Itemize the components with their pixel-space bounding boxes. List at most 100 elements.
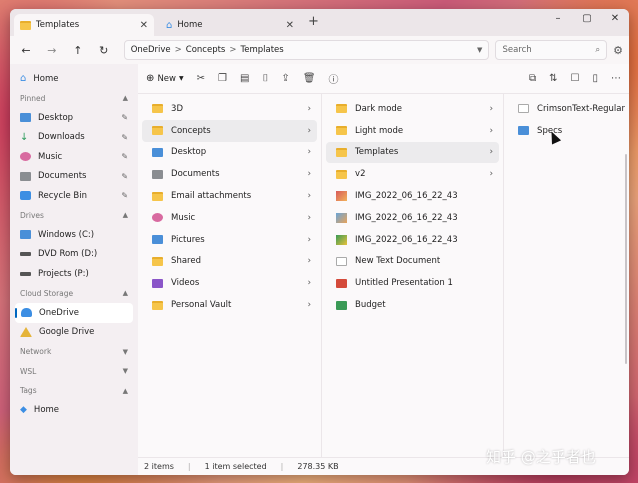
new-tab-button[interactable]: + — [308, 14, 319, 29]
list-item[interactable]: Untitled Presentation 1 — [326, 272, 499, 294]
list-item[interactable]: 3D › — [142, 98, 317, 120]
sidebar-item-projects-p[interactable]: Projects (P:) — [10, 264, 138, 284]
new-label: New — [157, 73, 176, 84]
pin-icon[interactable]: ✎ — [121, 152, 128, 161]
chevron-down-icon[interactable]: ▼ — [477, 46, 482, 54]
chevron-up-icon[interactable]: ▲ — [123, 387, 128, 395]
more-options-icon[interactable]: ⋯ — [611, 73, 621, 84]
chevron-right-icon: › — [307, 147, 312, 158]
chevron-right-icon: › — [307, 278, 312, 289]
sidebar-item-label: Downloads — [38, 132, 85, 143]
list-item[interactable]: Personal Vault › — [142, 294, 317, 316]
scrollbar[interactable] — [625, 154, 627, 364]
list-item[interactable]: Documents › — [142, 163, 317, 185]
pin-icon[interactable]: ✎ — [121, 133, 128, 142]
chevron-up-icon[interactable]: ▲ — [123, 94, 128, 102]
sidebar-item-desktop[interactable]: Desktop ✎ — [10, 108, 138, 128]
breadcrumb-onedrive[interactable]: OneDrive — [131, 45, 171, 55]
sidebar-item-documents[interactable]: Documents ✎ — [10, 167, 138, 187]
forward-button[interactable]: → — [42, 44, 62, 57]
close-window-button[interactable]: ✕ — [605, 13, 625, 24]
tag-icon: ◆ — [20, 405, 27, 416]
list-item[interactable]: IMG_2022_06_16_22_43 — [326, 207, 499, 229]
list-item[interactable]: Email attachments › — [142, 185, 317, 207]
info-icon[interactable]: ⓘ — [329, 71, 339, 86]
pictures-icon — [152, 235, 164, 245]
desktop-icon — [152, 147, 164, 157]
sidebar-header-pinned[interactable]: Pinned ▲ — [10, 89, 138, 109]
sidebar-header-wsl[interactable]: WSL ▼ — [10, 362, 138, 382]
list-item[interactable]: Concepts › — [142, 119, 318, 142]
sidebar-header-tags[interactable]: Tags ▲ — [10, 381, 138, 401]
cut-icon[interactable]: ✂ — [197, 73, 205, 84]
sidebar-item-home[interactable]: ⌂ Home — [10, 69, 138, 89]
sidebar-item-windows-c[interactable]: Windows (C:) — [10, 225, 138, 245]
pin-icon[interactable]: ✎ — [121, 191, 128, 200]
chevron-up-icon[interactable]: ▲ — [123, 211, 128, 219]
share-icon[interactable]: ⇪ — [281, 73, 289, 84]
sidebar-item-tag-home[interactable]: ◆ Home — [10, 401, 138, 421]
list-item[interactable]: IMG_2022_06_16_22_43 — [326, 229, 499, 251]
list-item[interactable]: Light mode › — [326, 120, 499, 142]
sidebar-header-drives[interactable]: Drives ▲ — [10, 206, 138, 226]
chevron-down-icon[interactable]: ▼ — [123, 367, 128, 375]
filter-icon[interactable]: ☐ — [571, 73, 580, 84]
preview-pane-icon[interactable]: ▯ — [592, 73, 598, 84]
chevron-right-icon: › — [307, 234, 312, 245]
list-item[interactable]: Specs — [508, 120, 625, 142]
minimize-button[interactable]: – — [548, 13, 568, 24]
pin-icon[interactable]: ✎ — [121, 172, 128, 181]
back-button[interactable]: ← — [16, 44, 36, 57]
sidebar-item-downloads[interactable]: ↓ Downloads ✎ — [10, 128, 138, 148]
folder-icon — [336, 126, 348, 136]
close-tab-icon[interactable]: ✕ — [286, 20, 294, 31]
layout-icon[interactable]: ⧉ — [529, 73, 536, 84]
close-tab-icon[interactable]: ✕ — [140, 20, 148, 31]
list-item[interactable]: Music › — [142, 207, 317, 229]
item-label: CrimsonText-Regular — [537, 103, 625, 114]
sort-icon[interactable]: ⇅ — [549, 73, 557, 84]
list-item[interactable]: New Text Document — [326, 251, 499, 273]
tab-templates[interactable]: Templates ✕ — [14, 14, 154, 36]
tab-home[interactable]: ⌂ Home ✕ — [160, 14, 300, 36]
sidebar-item-label: Home — [33, 405, 60, 416]
list-item[interactable]: v2 › — [326, 163, 499, 185]
gear-icon[interactable]: ⚙ — [613, 44, 623, 57]
list-item[interactable]: IMG_2022_06_16_22_43 — [326, 185, 499, 207]
list-item[interactable]: CrimsonText-Regular — [508, 98, 625, 120]
list-item[interactable]: Budget — [326, 294, 499, 316]
paste-icon[interactable]: ▤ — [240, 73, 249, 84]
cloud-icon — [21, 308, 32, 318]
sidebar-item-dvd-rom-d[interactable]: DVD Rom (D:) — [10, 245, 138, 265]
sidebar-item-google-drive[interactable]: Google Drive — [10, 323, 138, 343]
refresh-button[interactable]: ↻ — [94, 44, 114, 57]
copy-icon[interactable]: ❐ — [218, 73, 227, 84]
list-item[interactable]: Desktop › — [142, 142, 317, 164]
sidebar-item-music[interactable]: Music ✎ — [10, 147, 138, 167]
sidebar-header-cloud-storage[interactable]: Cloud Storage ▲ — [10, 284, 138, 304]
rename-icon[interactable]: ⌷ — [262, 73, 268, 84]
presentation-icon — [336, 278, 348, 288]
column-concepts: Dark mode › Light mode › Templates › v2 › IM… — [322, 94, 505, 457]
chevron-up-icon[interactable]: ▲ — [123, 289, 128, 297]
chevron-right-icon: › — [307, 256, 312, 267]
chevron-down-icon[interactable]: ▼ — [123, 348, 128, 356]
sidebar-item-onedrive[interactable]: OneDrive — [15, 303, 134, 323]
home-icon: ⌂ — [20, 73, 27, 85]
delete-icon[interactable]: 🗑 — [303, 73, 316, 84]
sidebar-item-recycle-bin[interactable]: Recycle Bin ✎ — [10, 186, 138, 206]
list-item[interactable]: Pictures › — [142, 229, 317, 251]
list-item[interactable]: Templates › — [326, 141, 500, 164]
search-input[interactable]: Search ⌕ — [495, 40, 608, 60]
list-item[interactable]: Dark mode › — [326, 98, 499, 120]
list-item[interactable]: Videos › — [142, 272, 317, 294]
up-button[interactable]: ↑ — [68, 44, 88, 57]
breadcrumb-templates[interactable]: Templates — [241, 45, 284, 55]
address-bar[interactable]: OneDrive > Concepts > Templates ▼ — [123, 40, 490, 60]
sidebar-header-network[interactable]: Network ▼ — [10, 342, 138, 362]
new-button[interactable]: ⊕ New ▼ — [146, 73, 184, 84]
pin-icon[interactable]: ✎ — [121, 113, 128, 122]
breadcrumb-concepts[interactable]: Concepts — [186, 45, 226, 55]
list-item[interactable]: Shared › — [142, 251, 317, 273]
maximize-button[interactable]: ▢ — [577, 13, 597, 24]
